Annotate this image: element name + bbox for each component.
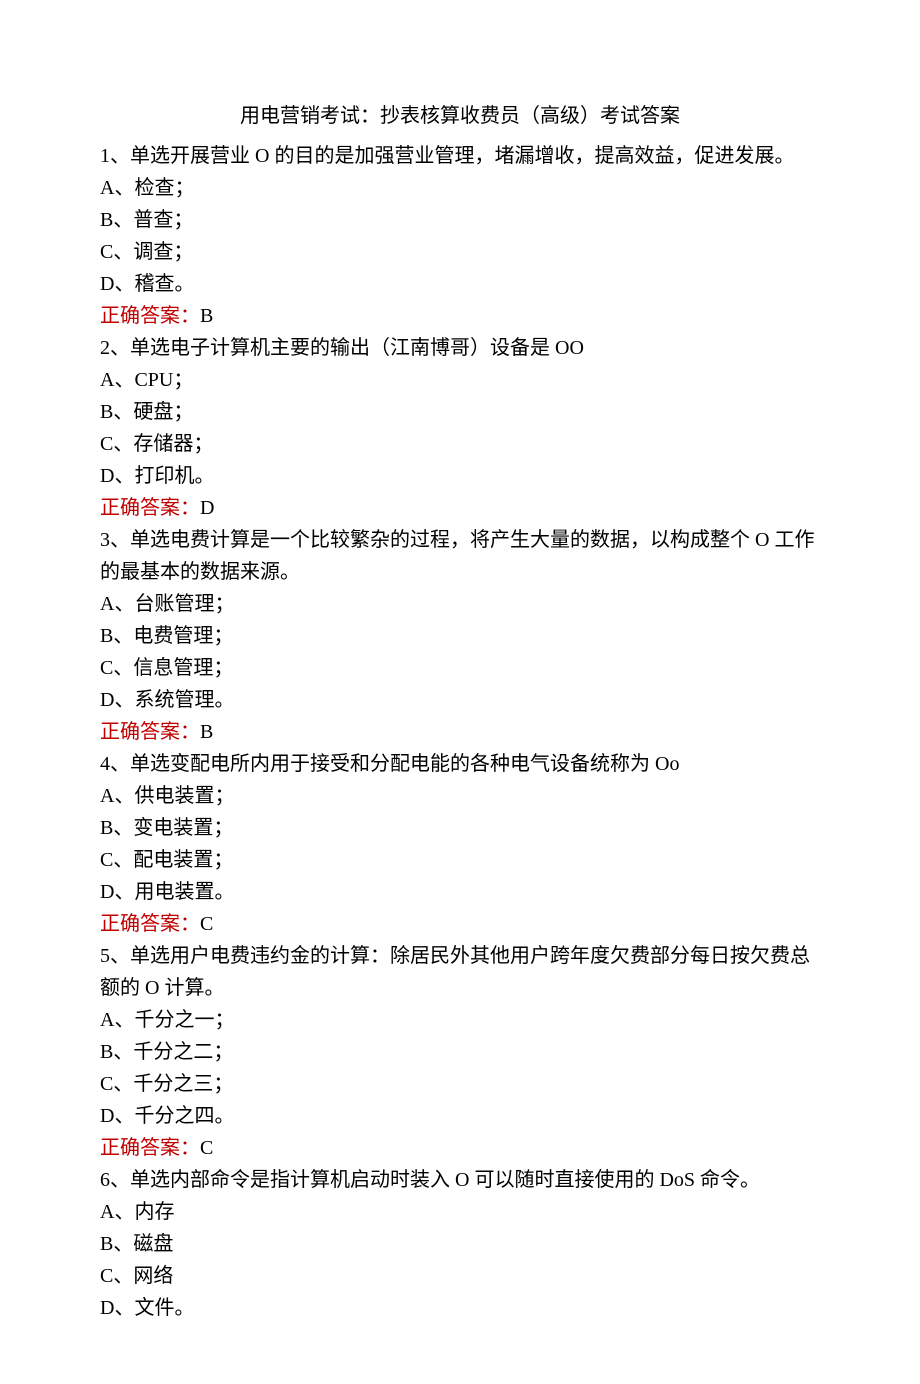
answer-line: 正确答案：B — [100, 300, 820, 332]
document-title: 用电营销考试：抄表核算收费员（高级）考试答案 — [100, 100, 820, 132]
answer-label: 正确答案： — [100, 497, 200, 519]
option-a: A、供电装置； — [100, 780, 820, 812]
option-b: B、硬盘； — [100, 396, 820, 428]
option-d: D、系统管理。 — [100, 684, 820, 716]
answer-line: 正确答案：C — [100, 908, 820, 940]
option-d: D、打印机。 — [100, 460, 820, 492]
answer-value: D — [200, 497, 214, 519]
option-d: D、用电装置。 — [100, 876, 820, 908]
answer-value: C — [200, 913, 213, 935]
option-b: B、电费管理； — [100, 620, 820, 652]
option-d: D、文件。 — [100, 1292, 820, 1324]
option-b: B、普查； — [100, 204, 820, 236]
option-b: B、变电装置； — [100, 812, 820, 844]
answer-line: 正确答案：D — [100, 492, 820, 524]
answer-value: B — [200, 721, 213, 743]
option-a: A、CPU； — [100, 364, 820, 396]
option-c: C、配电装置； — [100, 844, 820, 876]
answer-label: 正确答案： — [100, 721, 200, 743]
option-c: C、千分之三； — [100, 1068, 820, 1100]
question-text: 4、单选变配电所内用于接受和分配电能的各种电气设备统称为 Oo — [100, 748, 820, 780]
question-text: 2、单选电子计算机主要的输出（江南博哥）设备是 OO — [100, 332, 820, 364]
option-a: A、检查； — [100, 172, 820, 204]
question-1: 1、单选开展营业 O 的目的是加强营业管理，堵漏增收，提高效益，促进发展。 A、… — [100, 140, 820, 332]
option-a: A、内存 — [100, 1196, 820, 1228]
answer-value: C — [200, 1137, 213, 1159]
question-5: 5、单选用户电费违约金的计算：除居民外其他用户跨年度欠费部分每日按欠费总额的 O… — [100, 940, 820, 1164]
option-d: D、千分之四。 — [100, 1100, 820, 1132]
answer-label: 正确答案： — [100, 913, 200, 935]
question-text: 6、单选内部命令是指计算机启动时装入 O 可以随时直接使用的 DoS 命令。 — [100, 1164, 820, 1196]
option-c: C、信息管理； — [100, 652, 820, 684]
option-c: C、调查； — [100, 236, 820, 268]
question-3: 3、单选电费计算是一个比较繁杂的过程，将产生大量的数据，以构成整个 O 工作的最… — [100, 524, 820, 748]
option-d: D、稽查。 — [100, 268, 820, 300]
option-b: B、磁盘 — [100, 1228, 820, 1260]
answer-line: 正确答案：B — [100, 716, 820, 748]
question-2: 2、单选电子计算机主要的输出（江南博哥）设备是 OO A、CPU； B、硬盘； … — [100, 332, 820, 524]
answer-label: 正确答案： — [100, 305, 200, 327]
question-6: 6、单选内部命令是指计算机启动时装入 O 可以随时直接使用的 DoS 命令。 A… — [100, 1164, 820, 1324]
option-a: A、台账管理； — [100, 588, 820, 620]
option-c: C、存储器； — [100, 428, 820, 460]
question-4: 4、单选变配电所内用于接受和分配电能的各种电气设备统称为 Oo A、供电装置； … — [100, 748, 820, 940]
answer-value: B — [200, 305, 213, 327]
option-c: C、网络 — [100, 1260, 820, 1292]
question-text: 1、单选开展营业 O 的目的是加强营业管理，堵漏增收，提高效益，促进发展。 — [100, 140, 820, 172]
answer-label: 正确答案： — [100, 1137, 200, 1159]
question-text: 5、单选用户电费违约金的计算：除居民外其他用户跨年度欠费部分每日按欠费总额的 O… — [100, 940, 820, 1004]
answer-line: 正确答案：C — [100, 1132, 820, 1164]
question-text: 3、单选电费计算是一个比较繁杂的过程，将产生大量的数据，以构成整个 O 工作的最… — [100, 524, 820, 588]
option-b: B、千分之二； — [100, 1036, 820, 1068]
option-a: A、千分之一； — [100, 1004, 820, 1036]
